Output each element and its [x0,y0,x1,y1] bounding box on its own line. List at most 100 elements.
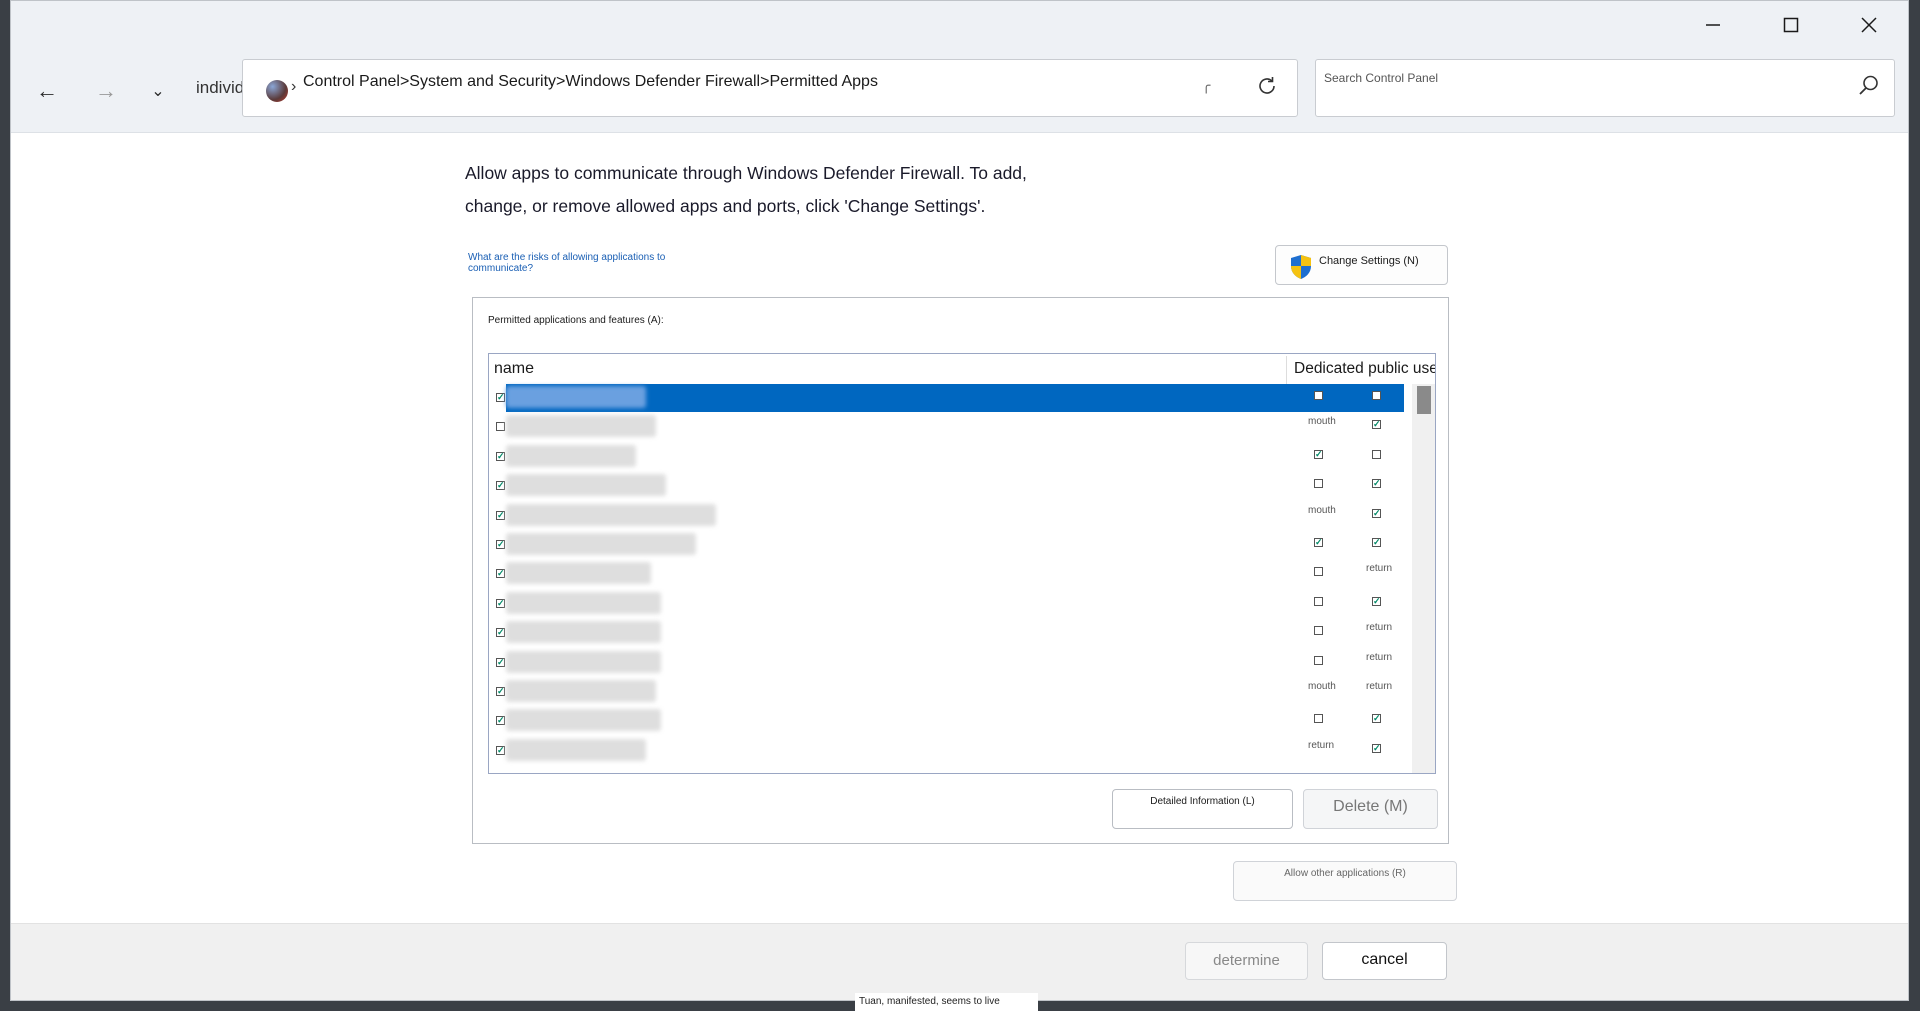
public-text[interactable]: return [1366,622,1392,633]
control-panel-icon [266,80,288,102]
recent-locations-button[interactable]: ⌄ [138,71,178,111]
dedicated-checkbox[interactable] [1314,538,1323,547]
list-item[interactable]: return [489,649,1404,673]
list-item[interactable]: return [489,619,1404,644]
public-checkbox[interactable] [1372,714,1381,724]
dedicated-checkbox[interactable] [1314,567,1323,577]
search-box[interactable]: Search Control Panel [1315,59,1895,117]
app-enabled-checkbox[interactable] [496,393,505,402]
group-title: Permitted applications and features (A): [488,315,664,326]
permitted-apps-window: ← → ⌄ individual › Control Panel>System … [10,0,1909,1001]
public-checkbox[interactable] [1372,596,1381,606]
app-enabled-checkbox[interactable] [496,422,505,432]
back-button[interactable]: ← [27,71,67,111]
dedicated-checkbox[interactable] [1314,596,1323,606]
dedicated-text[interactable]: mouth [1308,681,1336,692]
redacted-app-name [506,444,636,467]
list-item[interactable] [489,707,1404,732]
dedicated-checkbox[interactable] [1314,714,1323,724]
main-content: Allow apps to communicate through Window… [11,133,1908,923]
maximize-button[interactable] [1769,7,1813,43]
dedicated-checkbox[interactable] [1314,655,1323,665]
address-bar[interactable]: › Control Panel>System and Security>Wind… [242,59,1298,117]
change-settings-label: Change Settings (N) [1319,255,1419,267]
change-settings-button[interactable]: Change Settings (N) [1275,245,1448,285]
delete-button[interactable]: Delete (M) [1303,789,1438,829]
list-item[interactable]: return [489,737,1404,761]
maximize-icon [1783,17,1799,33]
address-dropdown-icon[interactable]: ╭ [1202,77,1210,94]
column-header-public[interactable]: Dedicated public use [1294,360,1435,378]
app-enabled-checkbox[interactable] [496,657,505,667]
dedicated-text[interactable]: mouth [1308,505,1336,516]
redacted-app-name [506,386,646,408]
public-text[interactable]: return [1366,681,1392,692]
ok-button[interactable]: determine [1185,942,1308,980]
refresh-button[interactable] [1256,75,1278,103]
app-enabled-checkbox[interactable] [496,540,505,549]
list-item[interactable] [489,590,1404,614]
column-header-name[interactable]: name [494,360,534,378]
dedicated-checkbox[interactable] [1314,449,1323,459]
app-enabled-checkbox[interactable] [496,451,505,461]
app-enabled-checkbox[interactable] [496,481,505,491]
cancel-button[interactable]: cancel [1322,942,1447,980]
public-checkbox[interactable] [1372,420,1381,430]
search-icon[interactable] [1858,74,1880,96]
redacted-app-name [506,562,651,585]
public-checkbox[interactable] [1372,538,1381,547]
arrow-left-icon: ← [36,78,58,103]
public-checkbox[interactable] [1372,479,1381,489]
list-item[interactable] [489,384,1404,412]
scrollbar-thumb[interactable] [1417,386,1431,414]
redacted-app-name [506,591,661,614]
chevron-down-icon: ⌄ [151,83,165,100]
list-item[interactable] [489,443,1404,467]
breadcrumb-path[interactable]: Control Panel>System and Security>Window… [303,73,878,91]
list-scrollbar[interactable] [1412,384,1435,773]
app-enabled-checkbox[interactable] [496,569,505,579]
forward-button[interactable]: → [86,71,126,111]
list-item[interactable] [489,472,1404,497]
redacted-app-name [506,650,661,673]
dialog-footer: determine cancel [11,923,1908,1000]
app-enabled-checkbox[interactable] [496,716,505,726]
close-button[interactable] [1847,7,1891,43]
list-item[interactable]: mouth [489,413,1404,438]
column-divider[interactable] [1286,356,1287,384]
minimize-button[interactable] [1691,7,1735,43]
public-checkbox[interactable] [1372,508,1381,518]
redacted-app-name [506,533,696,555]
app-enabled-checkbox[interactable] [496,687,505,696]
public-checkbox[interactable] [1372,391,1381,400]
list-item[interactable]: mouth [489,502,1404,526]
dedicated-text[interactable]: mouth [1308,416,1336,427]
list-item[interactable]: return [489,560,1404,585]
app-enabled-checkbox[interactable] [496,510,505,520]
detailed-info-button[interactable]: Detailed Information (L) [1112,789,1293,829]
public-text[interactable]: return [1366,563,1392,574]
dedicated-checkbox[interactable] [1314,626,1323,636]
intro-text: Allow apps to communicate through Window… [465,163,1027,216]
taskbar-tooltip: Tuan, manifested, seems to live [855,993,1038,1011]
dedicated-checkbox[interactable] [1314,479,1323,489]
list-item[interactable]: mouth return [489,678,1404,702]
apps-list[interactable]: name Dedicated public use mouth mouth retu… [488,353,1436,774]
arrow-right-icon: → [95,78,117,103]
app-enabled-checkbox[interactable] [496,628,505,638]
app-enabled-checkbox[interactable] [496,745,505,755]
title-bar [11,1,1908,51]
app-enabled-checkbox[interactable] [496,598,505,608]
list-item[interactable] [489,531,1404,555]
redacted-app-name [506,474,666,497]
risks-link[interactable]: What are the risks of allowing applicati… [468,252,708,274]
public-checkbox[interactable] [1372,449,1381,459]
public-text[interactable]: return [1366,652,1392,663]
public-checkbox[interactable] [1372,743,1381,753]
breadcrumb-separator: › [291,78,297,95]
refresh-icon [1259,77,1275,94]
dedicated-text[interactable]: return [1308,740,1334,751]
allow-other-apps-button[interactable]: Allow other applications (R) [1233,861,1457,901]
dedicated-checkbox[interactable] [1314,391,1323,400]
redacted-app-name [506,709,661,732]
